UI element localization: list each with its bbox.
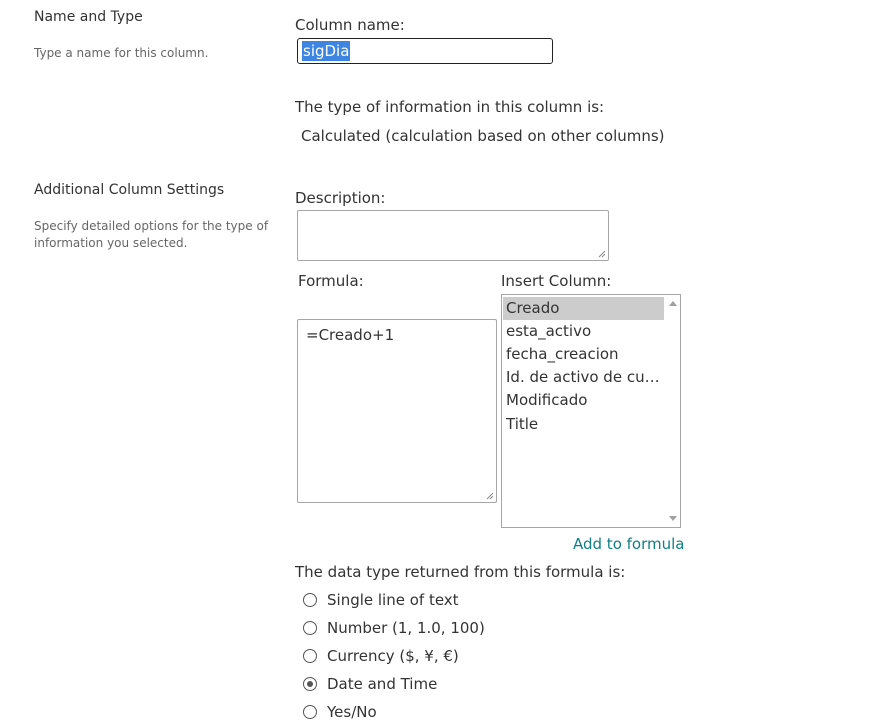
additional-settings-heading: Additional Column Settings [34, 182, 225, 198]
insert-column-option-modificado[interactable]: Modificado [503, 389, 664, 412]
name-and-type-heading: Name and Type [34, 9, 143, 25]
insert-column-option-creado[interactable]: Creado [503, 297, 664, 320]
column-name-value: sigDia [302, 41, 351, 61]
insert-column-option-fecha-creacion[interactable]: fecha_creacion [503, 343, 664, 366]
return-type-number-option[interactable]: Number (1, 1.0, 100) [303, 618, 485, 638]
insert-column-label: Insert Column: [501, 272, 612, 290]
radio-number[interactable] [303, 621, 317, 635]
insert-column-option-title[interactable]: Title [503, 413, 664, 436]
add-to-formula-link[interactable]: Add to formula [573, 535, 684, 553]
radio-date-time[interactable] [303, 677, 317, 691]
insert-column-listbox[interactable]: Creado esta_activo fecha_creacion Id. de… [501, 294, 681, 528]
resize-grip-icon[interactable] [486, 492, 494, 500]
return-type-currency-option[interactable]: Currency ($, ¥, €) [303, 646, 459, 666]
insert-column-option-esta-activo[interactable]: esta_activo [503, 320, 664, 343]
radio-label-single-line: Single line of text [327, 591, 459, 609]
description-label: Description: [295, 189, 386, 207]
column-name-label: Column name: [295, 16, 405, 34]
return-type-single-line-option[interactable]: Single line of text [303, 590, 459, 610]
formula-label: Formula: [298, 272, 364, 290]
radio-single-line[interactable] [303, 593, 317, 607]
return-type-yes-no-option[interactable]: Yes/No [303, 702, 377, 722]
radio-label-currency: Currency ($, ¥, €) [327, 647, 459, 665]
return-type-date-time-option[interactable]: Date and Time [303, 674, 437, 694]
radio-label-date-time: Date and Time [327, 675, 438, 693]
return-type-label: The data type returned from this formula… [295, 563, 626, 581]
radio-currency[interactable] [303, 649, 317, 663]
radio-label-yes-no: Yes/No [327, 703, 377, 721]
formula-textarea[interactable]: =Creado+1 [297, 319, 497, 503]
formula-value: =Creado+1 [306, 326, 395, 344]
name-and-type-description: Type a name for this column. [34, 46, 209, 60]
resize-grip-icon[interactable] [598, 250, 606, 258]
scroll-down-arrow-icon[interactable] [669, 516, 677, 521]
insert-column-option-id-activo[interactable]: Id. de activo de cum... [503, 366, 664, 389]
radio-label-number: Number (1, 1.0, 100) [327, 619, 485, 637]
description-textarea[interactable] [297, 210, 609, 261]
type-info-label: The type of information in this column i… [295, 98, 605, 116]
column-name-input[interactable]: sigDia [297, 38, 553, 64]
scroll-up-arrow-icon[interactable] [669, 301, 677, 306]
additional-settings-description: Specify detailed options for the type of… [34, 219, 269, 250]
type-info-value: Calculated (calculation based on other c… [301, 127, 665, 145]
radio-yes-no[interactable] [303, 705, 317, 719]
listbox-scrollbar[interactable] [665, 295, 680, 527]
